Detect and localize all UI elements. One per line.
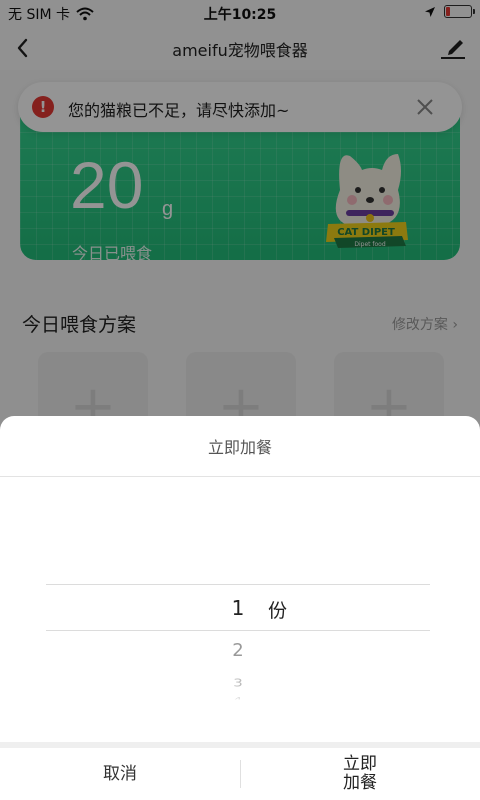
confirm-label-line1: 立即	[343, 754, 377, 775]
cancel-label: 取消	[103, 763, 137, 784]
sheet-title: 立即加餐	[207, 438, 272, 457]
sheet-divider	[0, 476, 480, 477]
confirm-label-line2: 加餐	[343, 773, 377, 793]
picker-bottom-line	[46, 630, 430, 631]
sheet-footer: 取消 立即 加餐	[0, 742, 480, 800]
picker-top-line	[46, 584, 430, 585]
confirm-add-meal-button[interactable]: 立即 加餐	[240, 748, 480, 800]
picker-selected-value[interactable]: 1	[220, 596, 256, 620]
picker-unit: 份	[268, 600, 288, 622]
add-meal-sheet: 立即加餐 1 份 2 3 4 取消 立即 加餐	[0, 416, 480, 800]
picker-option[interactable]: 4	[220, 697, 256, 700]
cancel-button[interactable]: 取消	[0, 748, 240, 800]
picker-option[interactable]: 3	[220, 677, 256, 690]
picker-option[interactable]: 2	[220, 640, 256, 661]
